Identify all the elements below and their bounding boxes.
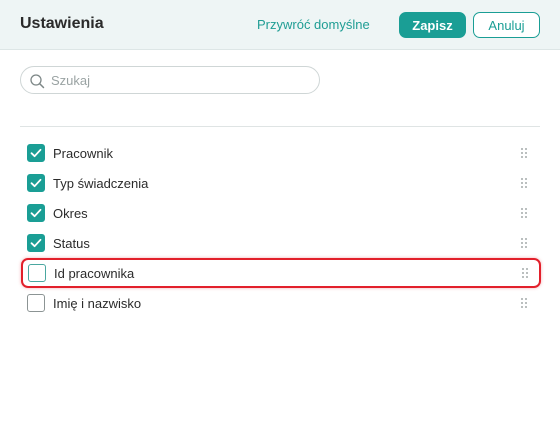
list-item-label: Pracownik [53,146,113,161]
checkbox[interactable] [27,174,45,192]
checkmark-icon [30,148,42,158]
save-button[interactable]: Zapisz [399,12,466,38]
cancel-button[interactable]: Anuluj [473,12,540,38]
drag-handle-icon[interactable] [520,297,528,309]
list-item-label: Imię i nazwisko [53,296,142,311]
search-input[interactable] [51,70,311,90]
checkbox[interactable] [27,144,45,162]
checkbox[interactable] [27,234,45,252]
drag-handle-icon[interactable] [520,147,528,159]
list-item-label: Okres [53,206,88,221]
checkmark-icon [30,238,42,248]
divider [20,126,540,127]
list-item-label: Status [53,236,90,251]
list-item[interactable]: Imię i nazwisko [20,288,540,318]
search-box[interactable] [20,66,320,94]
drag-handle-icon[interactable] [521,267,529,279]
drag-handle-icon[interactable] [520,207,528,219]
reset-defaults-link[interactable]: Przywróć domyślne [257,17,370,32]
search-icon [30,74,45,89]
checkmark-icon [30,208,42,218]
list-item-label: Id pracownika [54,266,135,281]
drag-handle-icon[interactable] [520,177,528,189]
page-title: Ustawienia [20,15,104,32]
checkbox[interactable] [27,204,45,222]
list-item[interactable]: Typ świadczenia [20,168,540,198]
checkbox[interactable] [27,294,45,312]
list-item[interactable]: Id pracownika [21,258,541,288]
checkbox[interactable] [28,264,46,282]
settings-header: Ustawienia Przywróć domyślne Zapisz Anul… [0,0,560,50]
checkmark-icon [30,178,42,188]
list-item-label: Typ świadczenia [53,176,149,191]
drag-handle-icon[interactable] [520,237,528,249]
list-item[interactable]: Status [20,228,540,258]
list-item[interactable]: Pracownik [20,138,540,168]
list-item[interactable]: Okres [20,198,540,228]
